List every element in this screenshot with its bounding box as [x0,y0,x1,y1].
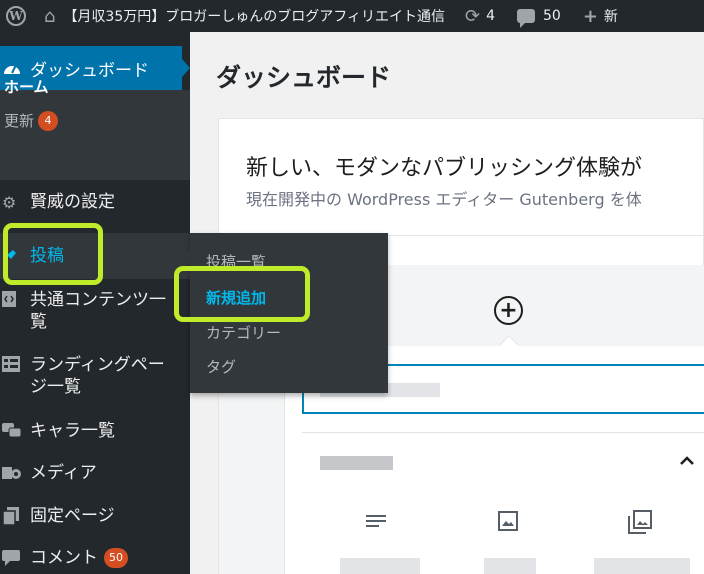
gear-icon: ⚙ [2,192,17,212]
divider [302,432,704,433]
site-name-menu[interactable]: ⌂ 【月収35万円】ブロガーしゅんのブログアフィリエイト通信 [32,0,451,32]
submenu-item-label: 更新 [4,112,35,130]
new-content-menu[interactable]: + 新 [567,0,624,32]
plus-icon: + [582,5,598,27]
sidebar-item-pages[interactable]: 固定ページ [0,504,190,528]
home-icon: ⌂ [44,5,56,27]
chat-bubbles-icon [0,423,30,439]
highlight-posts-annotation [3,223,103,285]
sidebar-item-label: 共通コンテンツ一覧 [30,290,166,332]
sidebar-item-media[interactable]: メディア [0,461,190,485]
placeholder-bar [484,558,536,574]
updates-menu[interactable]: ⟳ 4 [451,0,501,32]
comments-menu[interactable]: 50 [501,0,567,32]
grid-list-icon [0,354,30,372]
placeholder-bar [340,558,420,574]
wp-logo-menu[interactable]: W [0,0,32,32]
comment-icon [0,550,30,566]
paragraph-icon [366,513,386,533]
panel-title: 新しい、モダンなパブリッシング体験が [246,156,643,181]
dashboard-gauge-icon [0,60,30,76]
comments-count: 50 [543,8,561,24]
sidebar-item-keni-settings[interactable]: ⚙ 賢威の設定 [0,190,190,214]
comment-icon [517,9,535,28]
sidebar-item-characters[interactable]: キャラ一覧 [0,419,190,443]
gallery-icon [628,510,652,538]
pages-icon [0,507,30,525]
update-icon: ⟳ [464,5,481,27]
sidebar-item-comments[interactable]: コメント 50 [0,546,190,570]
admin-bar: W ⌂ 【月収35万円】ブロガーしゅんのブログアフィリエイト通信 ⟳ 4 50 … [0,0,704,32]
comment-count-badge: 50 [104,548,128,568]
media-icon [0,465,30,481]
placeholder-bar [594,558,690,574]
flyout-item-tags[interactable]: タグ [206,356,236,377]
image-icon [498,511,518,535]
sidebar-item-label: ランディングページ一覧 [30,355,165,397]
submenu-item-update[interactable]: 更新 4 [4,110,59,131]
sidebar-item-label: 固定ページ [30,506,115,526]
sidebar-item-landing-pages[interactable]: ランディングページ一覧 [0,354,190,400]
chevron-up-icon [680,450,694,471]
code-icon [0,289,30,307]
dashboard-submenu [0,90,190,180]
page-title: ダッシュボード [216,63,392,92]
sidebar-item-label: キャラ一覧 [30,421,115,441]
highlight-add-new-annotation [174,266,310,322]
sidebar-item-label: メディア [30,463,97,483]
submenu-item-home[interactable]: ホーム [4,76,49,97]
sidebar-item-label: 賢威の設定 [30,192,115,212]
panel-subtitle: 現在開発中の WordPress エディター Gutenberg を体 [246,190,642,209]
flyout-item-categories[interactable]: カテゴリー [206,322,281,343]
sidebar-item-label: コメント [30,548,98,568]
updates-count: 4 [486,8,495,24]
add-block-icon: + [494,296,523,325]
wordpress-logo-icon: W [6,6,26,26]
new-label: 新 [603,9,618,25]
update-count-badge: 4 [38,110,59,131]
placeholder-bar [320,456,393,470]
sidebar-item-common-contents[interactable]: 共通コンテンツ一覧 [0,289,190,335]
site-title: 【月収35万円】ブロガーしゅんのブログアフィリエイト通信 [63,9,445,25]
